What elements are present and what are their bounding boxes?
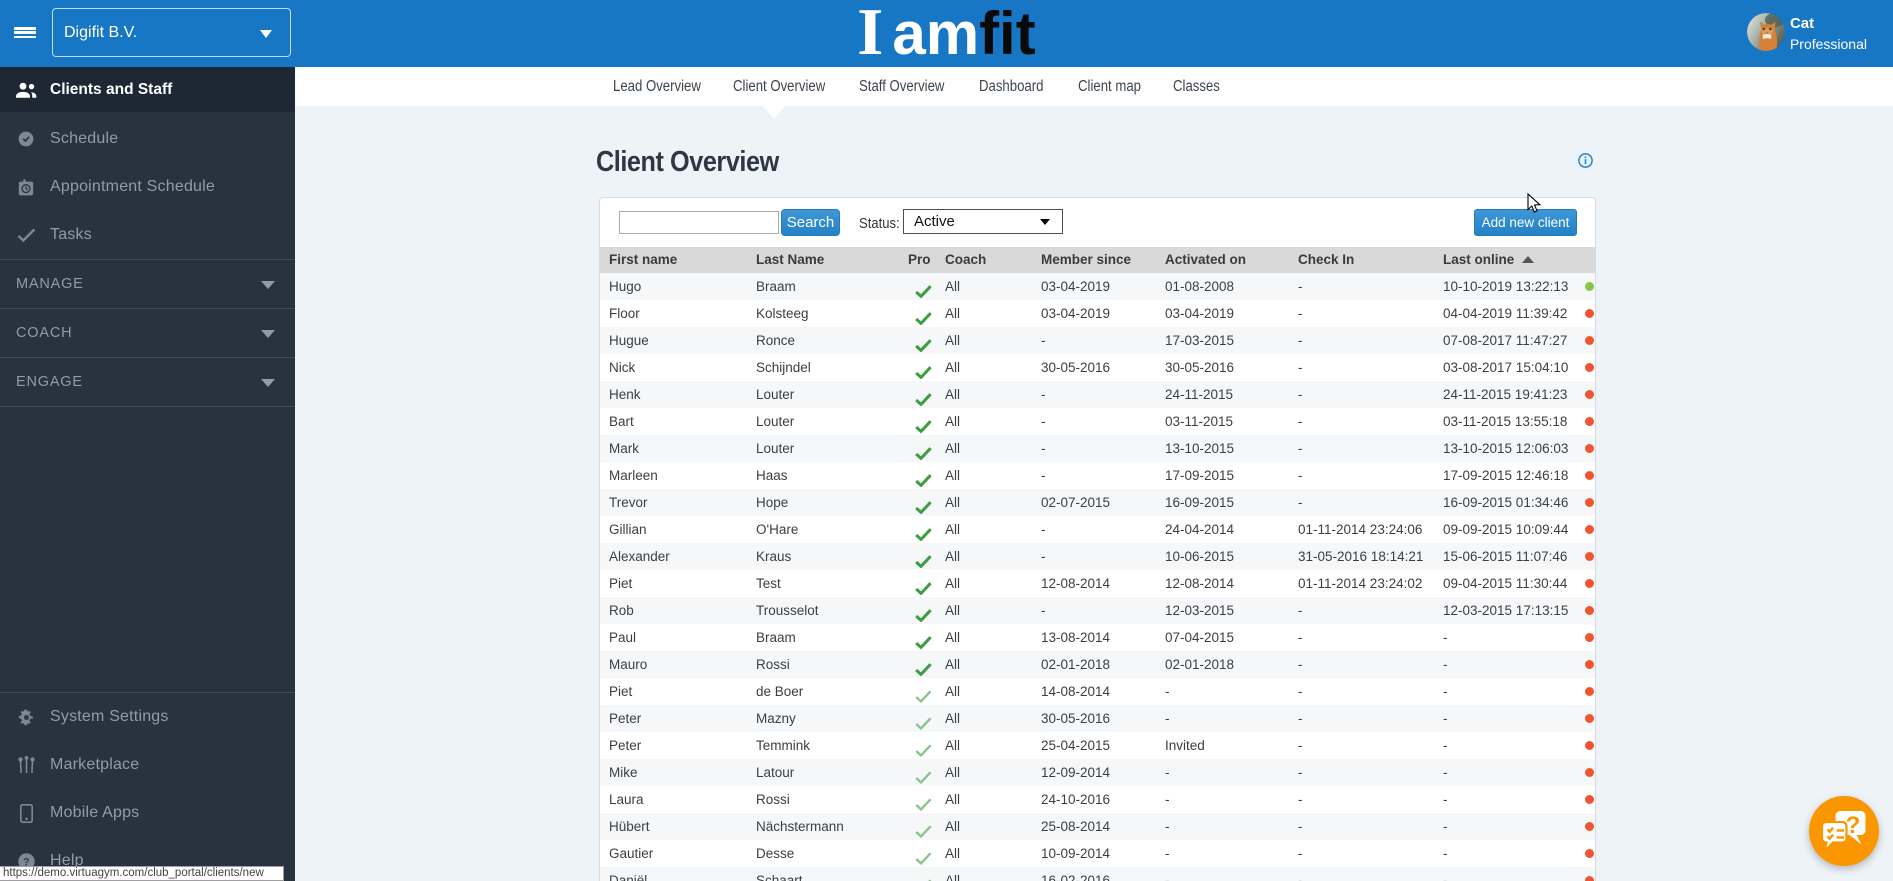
svg-text:?: ?: [1846, 812, 1861, 839]
